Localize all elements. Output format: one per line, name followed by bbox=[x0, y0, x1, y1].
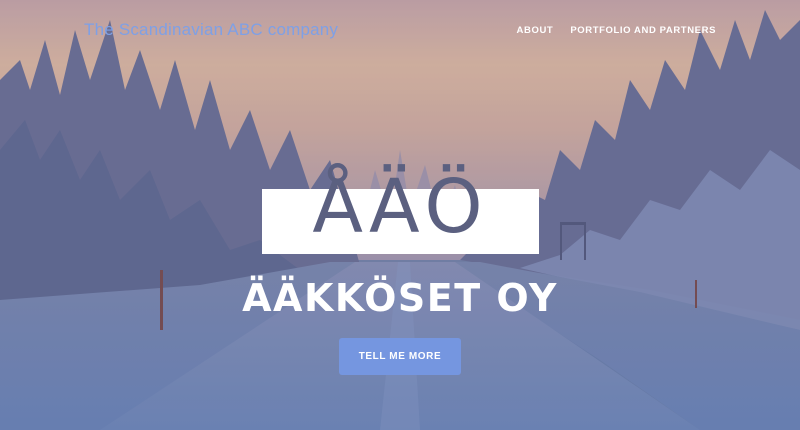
nav-item-about[interactable]: ABOUT bbox=[517, 25, 554, 36]
brand-link[interactable]: The Scandinavian ABC company bbox=[84, 20, 338, 40]
company-name-heading: ÄÄKKÖSET OY bbox=[242, 276, 558, 320]
tell-me-more-button[interactable]: TELL ME MORE bbox=[339, 338, 461, 375]
company-logo: ÅÄÖ bbox=[312, 164, 489, 250]
main-nav: ABOUT PORTFOLIO AND PARTNERS bbox=[517, 25, 716, 36]
nav-item-portfolio-and-partners[interactable]: PORTFOLIO AND PARTNERS bbox=[570, 25, 716, 36]
top-navigation-bar: The Scandinavian ABC company ABOUT PORTF… bbox=[0, 0, 800, 60]
hero-section: The Scandinavian ABC company ABOUT PORTF… bbox=[0, 0, 800, 430]
